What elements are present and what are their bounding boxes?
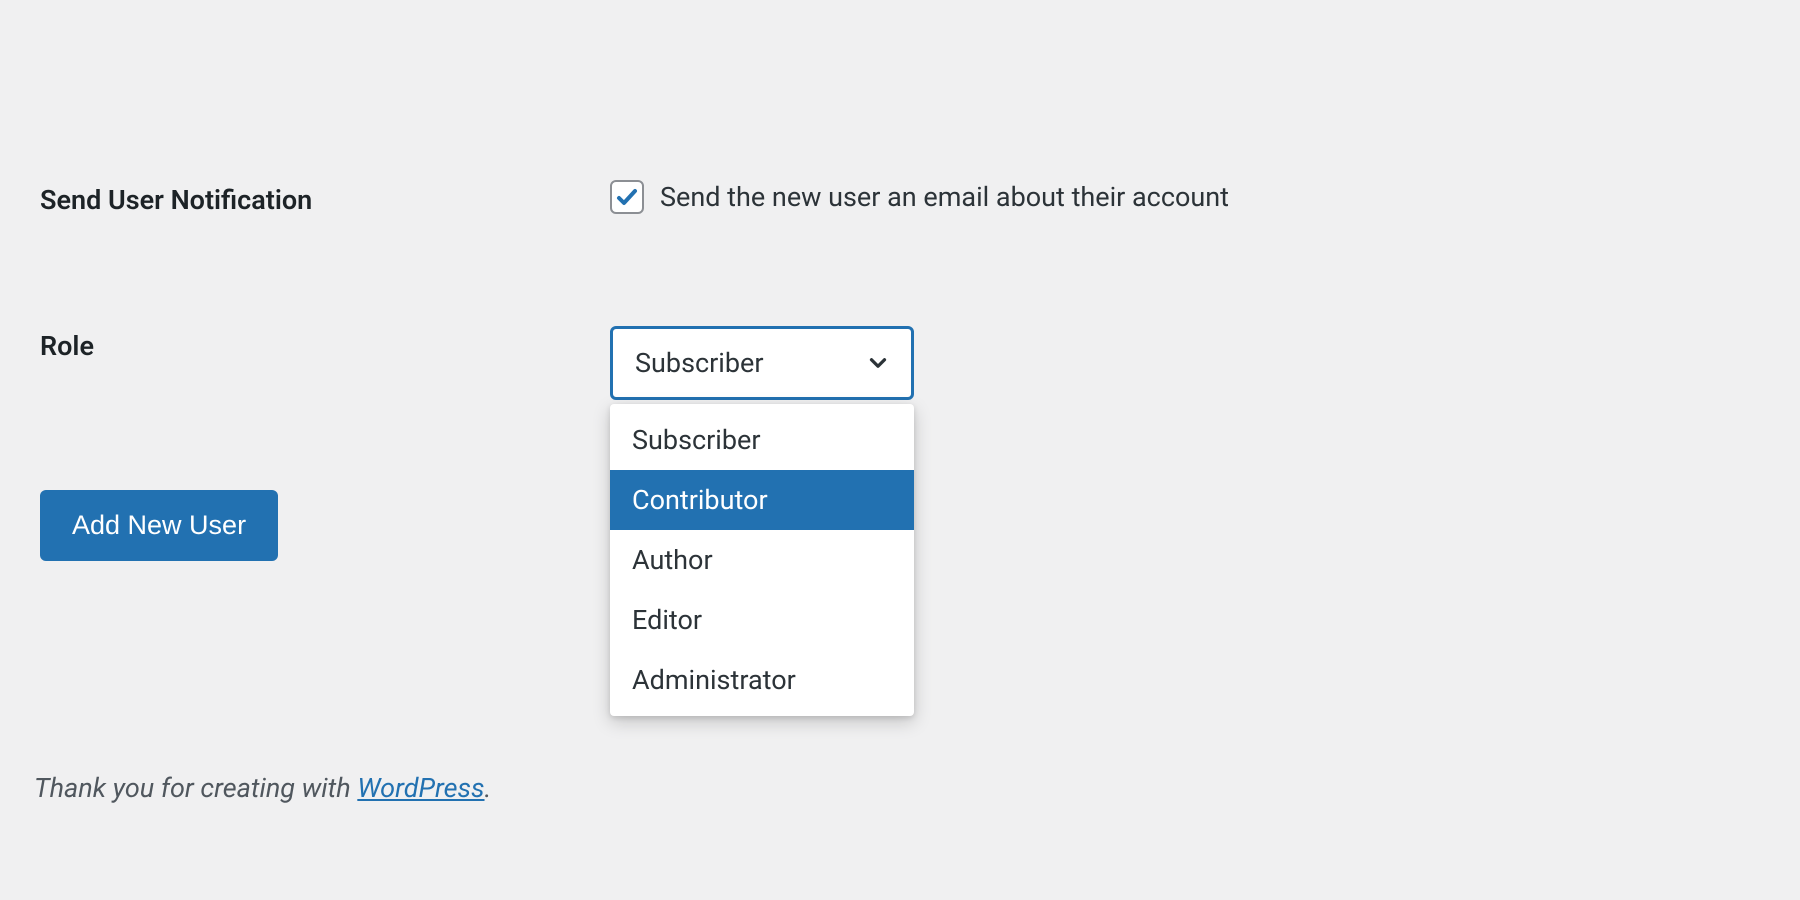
- role-selected-value: Subscriber: [635, 347, 764, 379]
- role-dropdown: SubscriberContributorAuthorEditorAdminis…: [610, 404, 914, 716]
- notification-checkbox-wrap: Send the new user an email about their a…: [610, 180, 1229, 214]
- role-select-container: Subscriber SubscriberContributorAuthorEd…: [610, 326, 914, 400]
- notification-description: Send the new user an email about their a…: [660, 181, 1229, 213]
- role-row: Role Subscriber SubscriberContributorAut…: [40, 326, 1760, 400]
- wordpress-link[interactable]: WordPress: [357, 772, 484, 804]
- add-new-user-button[interactable]: Add New User: [40, 490, 278, 561]
- role-select[interactable]: Subscriber: [610, 326, 914, 400]
- role-option-administrator[interactable]: Administrator: [610, 650, 914, 710]
- check-icon: [615, 185, 639, 209]
- notification-control: Send the new user an email about their a…: [610, 180, 1229, 214]
- notification-checkbox[interactable]: [610, 180, 644, 214]
- footer-prefix: Thank you for creating with: [34, 772, 357, 804]
- role-label: Role: [40, 326, 610, 362]
- notification-label: Send User Notification: [40, 180, 610, 216]
- notification-row: Send User Notification Send the new user…: [40, 180, 1760, 216]
- role-option-subscriber[interactable]: Subscriber: [610, 410, 914, 470]
- chevron-down-icon: [865, 350, 891, 376]
- footer-credit: Thank you for creating with WordPress.: [34, 772, 491, 804]
- role-option-editor[interactable]: Editor: [610, 590, 914, 650]
- role-option-contributor[interactable]: Contributor: [610, 470, 914, 530]
- role-control: Subscriber SubscriberContributorAuthorEd…: [610, 326, 914, 400]
- role-option-author[interactable]: Author: [610, 530, 914, 590]
- footer-suffix: .: [485, 772, 492, 804]
